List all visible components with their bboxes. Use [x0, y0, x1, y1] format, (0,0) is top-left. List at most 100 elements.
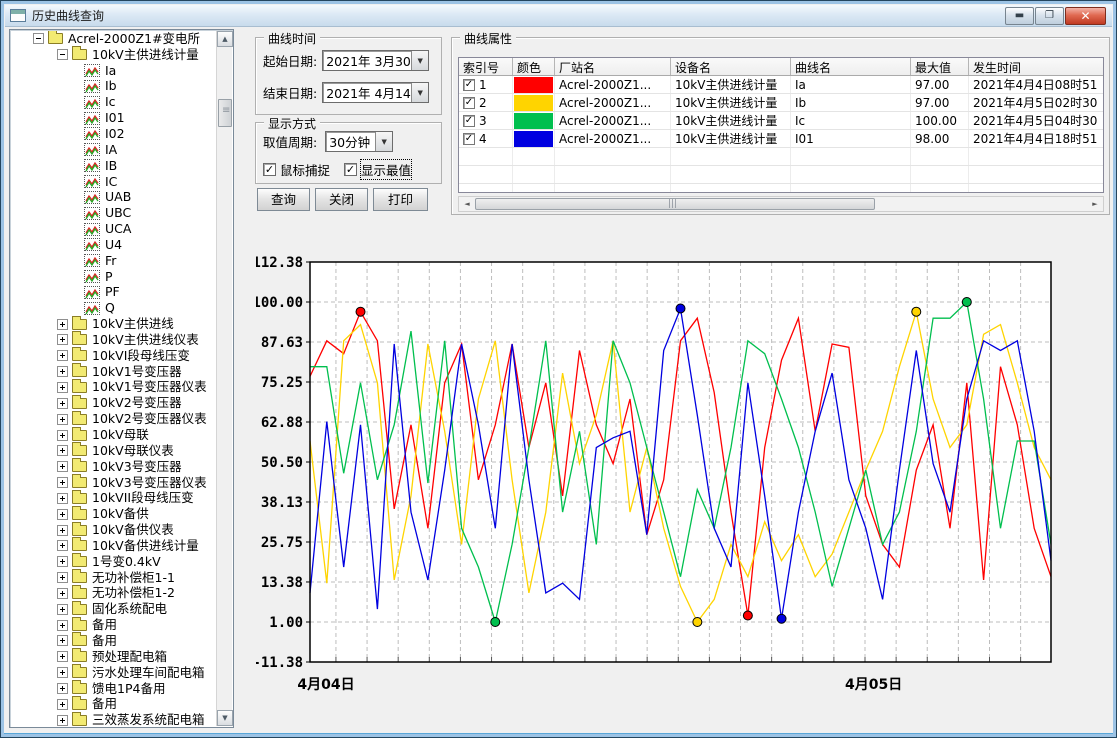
tree-item[interactable]: IA — [12, 142, 215, 158]
tree-item[interactable]: Ic — [12, 94, 215, 110]
tree-item[interactable]: 10kVI段母线压变 — [12, 348, 215, 364]
expand-plus-icon[interactable] — [57, 477, 68, 488]
minimize-button[interactable]: ▬ — [1005, 7, 1034, 25]
tree-item[interactable]: 馈电1P4备用 — [12, 681, 215, 697]
tree-item[interactable]: Ib — [12, 79, 215, 95]
table-hscrollbar[interactable]: ◄ ► — [458, 196, 1104, 212]
show-extremes-checkbox[interactable]: ✓ 显示最值 — [344, 160, 411, 179]
collapse-minus-icon[interactable] — [57, 49, 68, 60]
tree-item[interactable]: 10kV母联仪表 — [12, 443, 215, 459]
expand-plus-icon[interactable] — [57, 366, 68, 377]
tree-scroll-thumb[interactable] — [218, 99, 232, 127]
tree-item[interactable]: 10kV1号变压器 — [12, 364, 215, 380]
tree-item[interactable]: 预处理配电箱 — [12, 649, 215, 665]
tree-item[interactable]: 10kV母联 — [12, 427, 215, 443]
close-dialog-button[interactable]: 关闭 — [315, 188, 368, 211]
tree-item[interactable]: 10kV1号变压器仪表 — [12, 380, 215, 396]
table-row[interactable]: ✓3Acrel-2000Z1...10kV主供进线计量Ic100.002021年… — [459, 112, 1103, 130]
column-header[interactable]: 颜色 — [513, 58, 555, 75]
expand-plus-icon[interactable] — [57, 572, 68, 583]
scroll-up-icon[interactable]: ▲ — [217, 31, 233, 47]
tree-item[interactable]: 1号变0.4kV — [12, 554, 215, 570]
collapse-minus-icon[interactable] — [33, 33, 44, 44]
column-header[interactable]: 曲线名 — [791, 58, 911, 75]
column-header[interactable]: 厂站名 — [555, 58, 671, 75]
row-checkbox[interactable]: ✓ — [463, 97, 475, 109]
tree-item[interactable]: 备用 — [12, 633, 215, 649]
table-row[interactable]: ✓2Acrel-2000Z1...10kV主供进线计量Ib97.002021年4… — [459, 94, 1103, 112]
expand-plus-icon[interactable] — [57, 509, 68, 520]
column-header[interactable]: 索引号 — [459, 58, 513, 75]
trend-chart[interactable]: 112.38100.0087.6375.2562.8850.5038.1325.… — [256, 249, 1071, 704]
tree-item[interactable]: IC — [12, 174, 215, 190]
tree-item[interactable]: 污水处理车间配电箱 — [12, 665, 215, 681]
column-header[interactable]: 设备名 — [671, 58, 791, 75]
table-scroll-thumb[interactable] — [475, 198, 875, 210]
tree-item[interactable]: 三效蒸发系统配电箱 — [12, 712, 215, 726]
tree-item[interactable]: 10kV2号变压器仪表 — [12, 411, 215, 427]
expand-plus-icon[interactable] — [57, 635, 68, 646]
expand-plus-icon[interactable] — [57, 556, 68, 567]
expand-plus-icon[interactable] — [57, 398, 68, 409]
titlebar[interactable]: 历史曲线查询 ▬ ❐ ✕ — [5, 5, 1112, 27]
tree-item[interactable]: UBC — [12, 205, 215, 221]
tree-item[interactable]: 备用 — [12, 617, 215, 633]
scroll-down-icon[interactable]: ▼ — [217, 710, 233, 726]
start-date-select[interactable]: 2021年 3月30 ▼ — [322, 50, 429, 71]
expand-plus-icon[interactable] — [57, 350, 68, 361]
tree-scrollbar[interactable]: ▲ ▼ — [216, 31, 232, 726]
expand-plus-icon[interactable] — [57, 414, 68, 425]
chevron-down-icon[interactable]: ▼ — [411, 51, 428, 70]
tree-item[interactable]: P — [12, 269, 215, 285]
expand-plus-icon[interactable] — [57, 620, 68, 631]
tree-item[interactable]: Acrel-2000Z1#变电所 — [12, 31, 215, 47]
expand-plus-icon[interactable] — [57, 604, 68, 615]
expand-plus-icon[interactable] — [57, 334, 68, 345]
row-checkbox[interactable]: ✓ — [463, 115, 475, 127]
trend-chart-svg[interactable]: 112.38100.0087.6375.2562.8850.5038.1325.… — [256, 249, 1071, 704]
print-button[interactable]: 打印 — [373, 188, 428, 211]
tree-item[interactable]: 备用 — [12, 696, 215, 712]
tree-item[interactable]: 10kV2号变压器 — [12, 395, 215, 411]
tree-item[interactable]: I02 — [12, 126, 215, 142]
expand-plus-icon[interactable] — [57, 667, 68, 678]
expand-plus-icon[interactable] — [57, 683, 68, 694]
expand-plus-icon[interactable] — [57, 430, 68, 441]
tree-item[interactable]: 无功补偿柜1-2 — [12, 586, 215, 602]
tree-item[interactable]: 10kV3号变压器仪表 — [12, 475, 215, 491]
tree-item[interactable]: 固化系统配电 — [12, 601, 215, 617]
expand-plus-icon[interactable] — [57, 715, 68, 726]
tree-item[interactable]: 10kV主供进线 — [12, 316, 215, 332]
expand-plus-icon[interactable] — [57, 699, 68, 710]
tree-item[interactable]: I01 — [12, 110, 215, 126]
expand-plus-icon[interactable] — [57, 651, 68, 662]
tree-item[interactable]: Ia — [12, 63, 215, 79]
mouse-capture-checkbox[interactable]: ✓ 鼠标捕捉 — [263, 160, 330, 179]
expand-plus-icon[interactable] — [57, 382, 68, 393]
close-button[interactable]: ✕ — [1065, 7, 1106, 25]
tree-item[interactable]: Q — [12, 300, 215, 316]
row-checkbox[interactable]: ✓ — [463, 79, 475, 91]
scroll-left-icon[interactable]: ◄ — [459, 197, 475, 211]
tree-item[interactable]: 10kV备供 — [12, 506, 215, 522]
tree-item[interactable]: U4 — [12, 237, 215, 253]
tree-item[interactable]: IB — [12, 158, 215, 174]
checkmark-icon[interactable]: ✓ — [344, 163, 357, 176]
expand-plus-icon[interactable] — [57, 493, 68, 504]
column-header[interactable]: 发生时间 — [969, 58, 1104, 75]
tree-item[interactable]: Fr — [12, 253, 215, 269]
query-button[interactable]: 查询 — [257, 188, 310, 211]
tree-item[interactable]: UCA — [12, 221, 215, 237]
expand-plus-icon[interactable] — [57, 525, 68, 536]
tree-item[interactable]: 10kV主供进线仪表 — [12, 332, 215, 348]
scroll-right-icon[interactable]: ► — [1087, 197, 1103, 211]
row-checkbox[interactable]: ✓ — [463, 133, 475, 145]
expand-plus-icon[interactable] — [57, 461, 68, 472]
end-date-select[interactable]: 2021年 4月14 ▼ — [322, 82, 429, 103]
chevron-down-icon[interactable]: ▼ — [375, 132, 392, 151]
tree-item[interactable]: 10kVII段母线压变 — [12, 490, 215, 506]
tree-item[interactable]: PF — [12, 285, 215, 301]
period-select[interactable]: 30分钟 ▼ — [325, 131, 393, 152]
checkmark-icon[interactable]: ✓ — [263, 163, 276, 176]
expand-plus-icon[interactable] — [57, 540, 68, 551]
